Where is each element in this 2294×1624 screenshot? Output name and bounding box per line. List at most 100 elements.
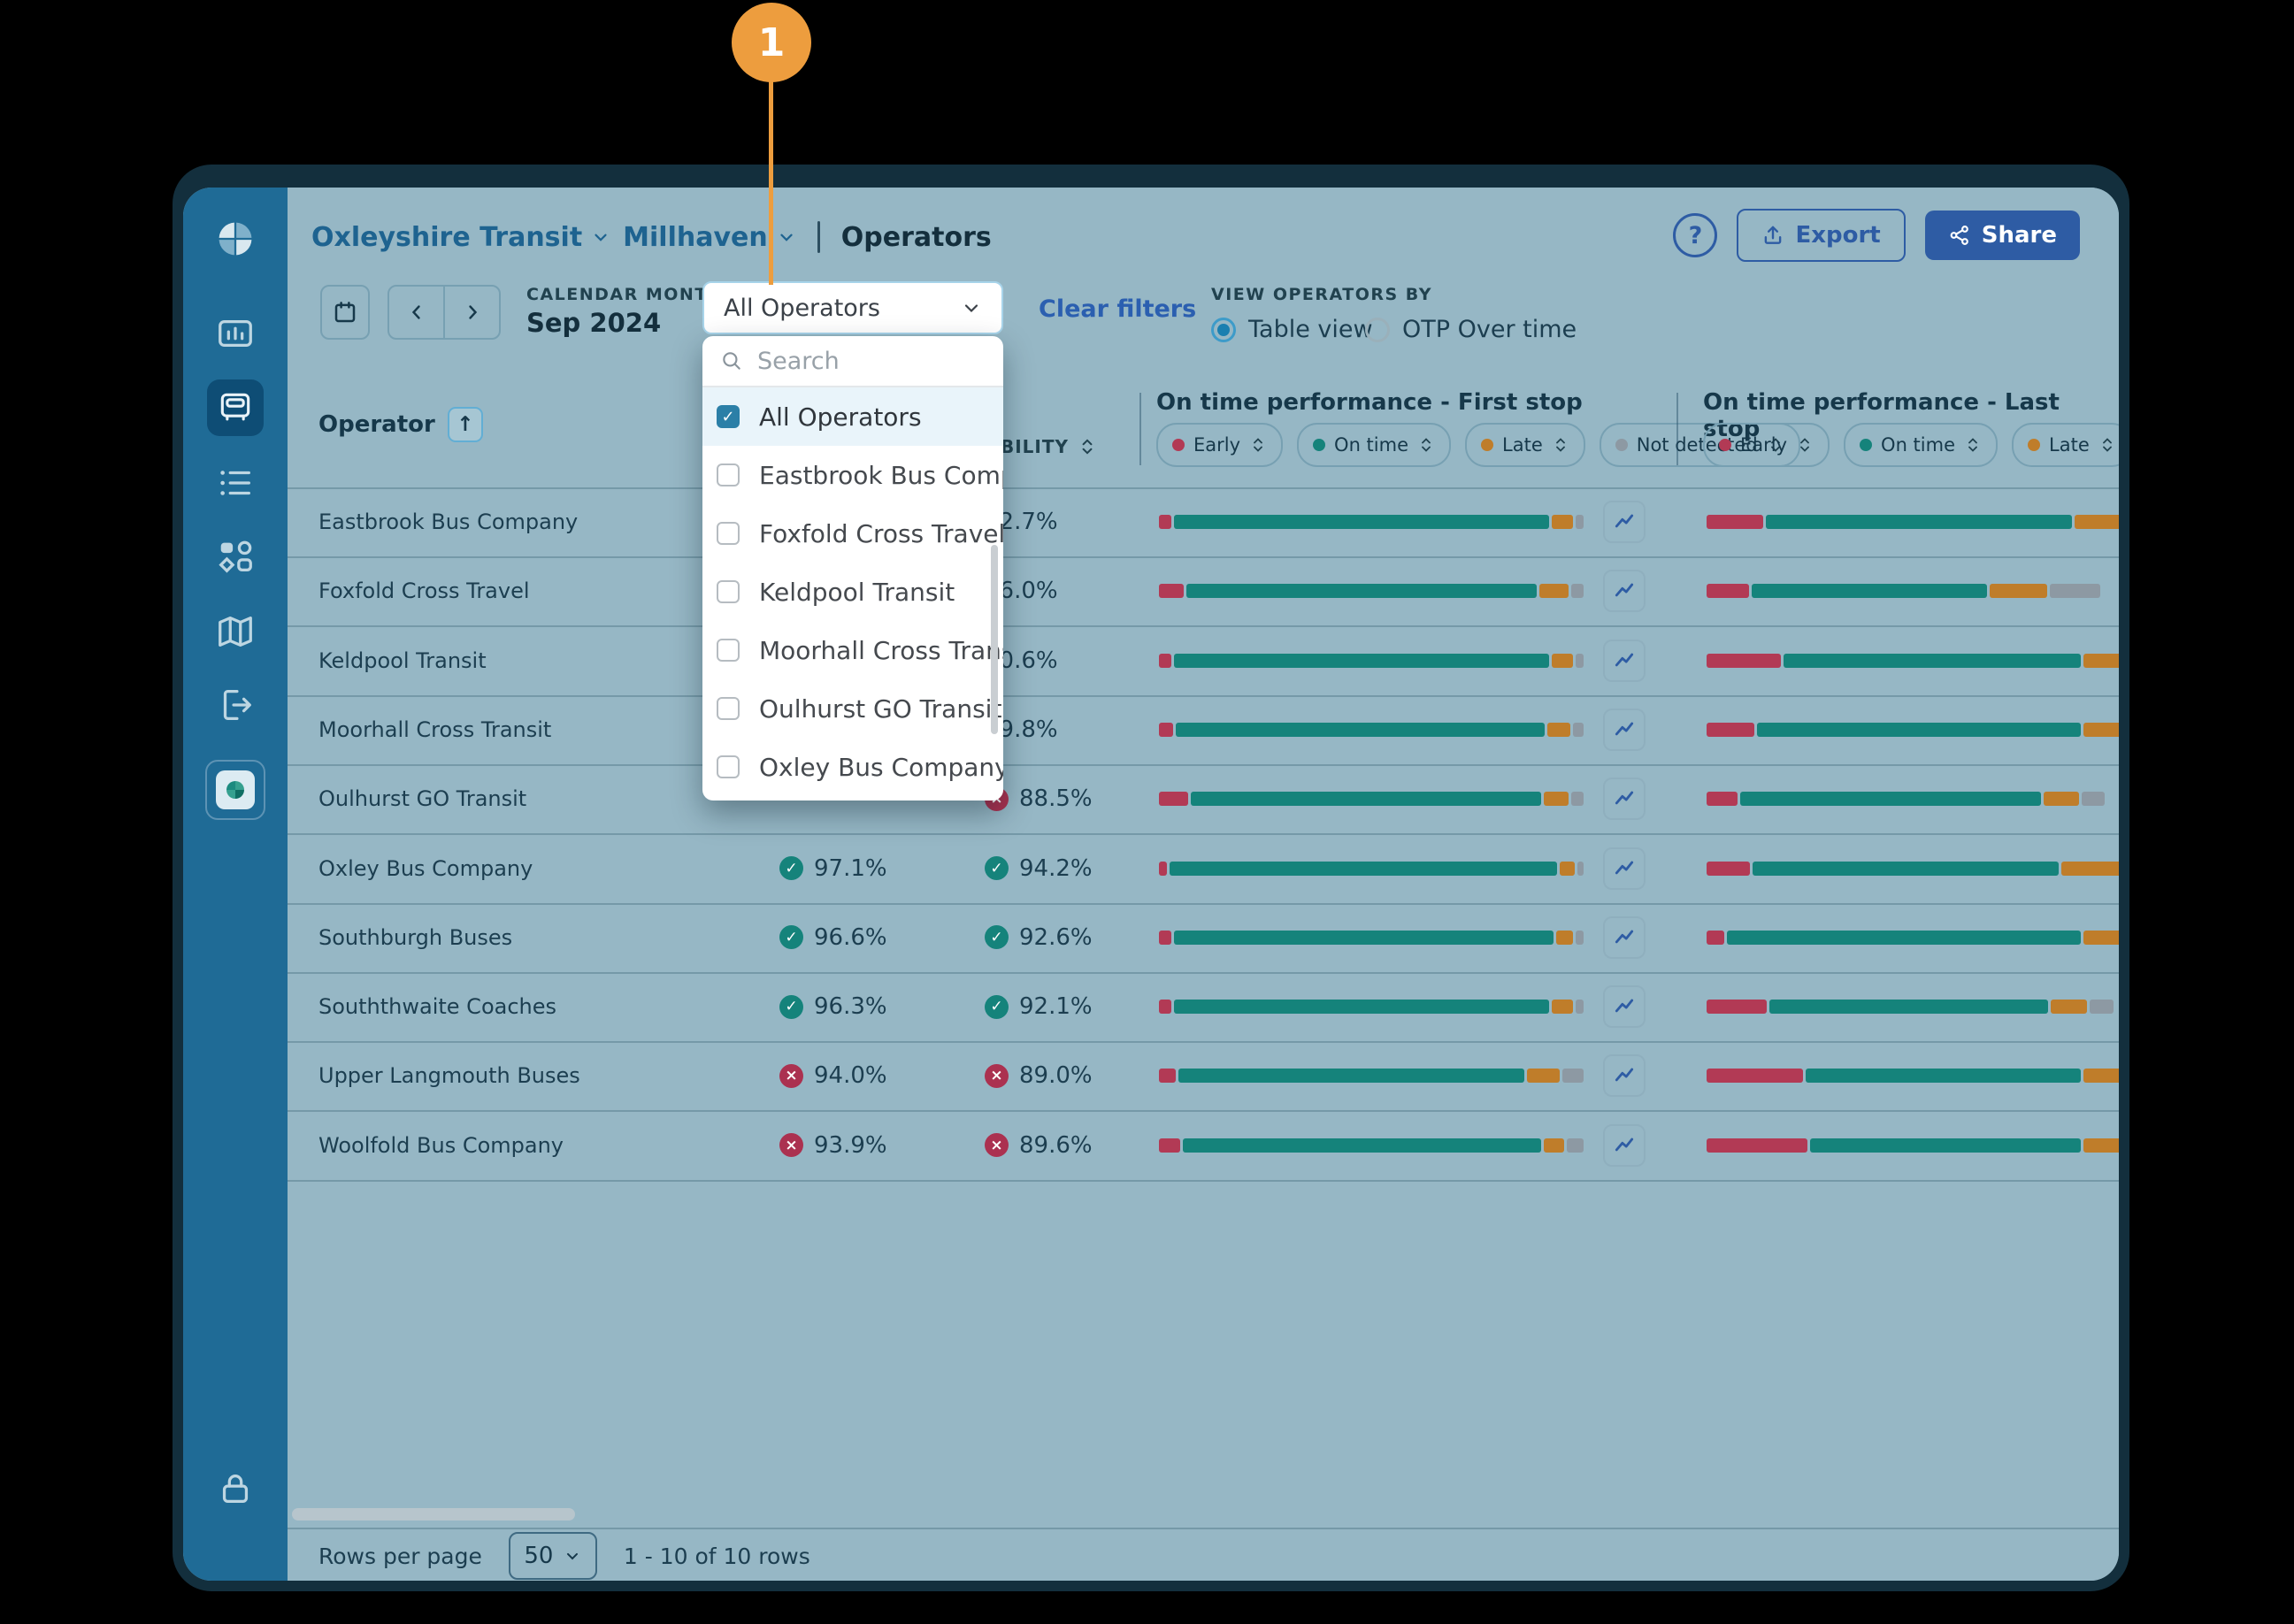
operator-filter-option[interactable]: Keldpool Transit <box>702 563 1003 621</box>
checkbox-unchecked-icon[interactable] <box>717 463 740 486</box>
punctuality-cell: ✓96.6% <box>779 924 887 951</box>
operator-column-header[interactable]: Operator ↑ <box>318 407 483 442</box>
sort-icon <box>1249 436 1267 454</box>
checkbox-unchecked-icon[interactable] <box>717 580 740 603</box>
table-row[interactable]: Oxley Bus Company✓97.1%✓94.2% <box>288 834 2119 905</box>
table-row[interactable]: Southburgh Buses✓96.6%✓92.6% <box>288 903 2119 974</box>
legend-chip-label: Late <box>1502 434 1543 456</box>
view-option-table[interactable]: Table view <box>1211 316 1373 343</box>
table-row[interactable]: Oulhurst GO Transit×88.5% <box>288 764 2119 835</box>
sidebar-item-apps[interactable] <box>215 536 256 577</box>
checkbox-unchecked-icon[interactable] <box>717 755 740 778</box>
bar-segment-not_detected <box>2050 584 2100 598</box>
operator-filter-option[interactable]: Oulhurst GO Transit <box>702 679 1003 738</box>
sidebar-item-logout[interactable] <box>215 685 256 725</box>
table-row[interactable]: Moorhall Cross Transit89.8% <box>288 695 2119 766</box>
share-button[interactable]: Share <box>1925 211 2080 260</box>
view-chart-button[interactable] <box>1603 709 1646 751</box>
sidebar-item-operators[interactable] <box>207 379 264 436</box>
status-success-icon: ✓ <box>985 925 1009 949</box>
bar-segment-on_time <box>1769 1000 2049 1014</box>
bar-segment-late <box>2051 1000 2087 1014</box>
view-chart-button[interactable] <box>1603 985 1646 1028</box>
first-stop-header: On time performance - First stop <box>1156 389 1583 416</box>
menu-scrollbar[interactable] <box>991 545 998 734</box>
rows-per-page-select[interactable]: 50 <box>509 1532 597 1580</box>
view-option-table-label: Table view <box>1248 316 1373 343</box>
checkbox-unchecked-icon[interactable] <box>717 639 740 662</box>
checkbox-checked-icon[interactable]: ✓ <box>717 405 740 428</box>
next-month-button[interactable] <box>445 287 499 338</box>
operator-filter-option[interactable]: Eastbrook Bus Comp… <box>702 446 1003 504</box>
view-chart-button[interactable] <box>1603 916 1646 959</box>
clear-filters-link[interactable]: Clear filters <box>1039 295 1196 323</box>
view-chart-button[interactable] <box>1603 640 1646 682</box>
checkbox-unchecked-icon[interactable] <box>717 697 740 720</box>
status-success-icon: ✓ <box>985 856 1009 880</box>
sidebar-item-analytics[interactable] <box>215 313 256 354</box>
operator-filter-option[interactable]: ✓All Operators <box>702 387 1003 446</box>
prev-month-button[interactable] <box>389 287 445 338</box>
operator-name: Souththwaite Coaches <box>318 994 556 1019</box>
table-row[interactable]: Keldpool Transit90.6% <box>288 626 2119 697</box>
checkbox-unchecked-icon[interactable] <box>717 522 740 545</box>
late-dot-icon <box>2028 439 2040 451</box>
operator-name: Keldpool Transit <box>318 648 487 673</box>
legend-chip-late[interactable]: Late <box>1465 423 1585 467</box>
lock-icon[interactable] <box>215 1468 256 1509</box>
breadcrumb-divider <box>817 221 820 253</box>
search-input[interactable] <box>756 347 971 376</box>
horizontal-scrollbar[interactable] <box>292 1508 575 1521</box>
punctuality-cell: ✓ 97.1% <box>779 855 887 882</box>
operator-filter-option[interactable]: Oxley Bus Company <box>702 738 1003 796</box>
bar-segment-late <box>2061 862 2119 876</box>
sidebar-item-list[interactable] <box>215 463 256 503</box>
table-row[interactable]: Woolfold Bus Company×93.9%×89.6% <box>288 1111 2119 1182</box>
legend-chip-on_time[interactable]: On time <box>1844 423 1998 467</box>
sidebar-item-partner[interactable] <box>205 760 265 820</box>
view-chart-button[interactable] <box>1603 1124 1646 1167</box>
bar-segment-early <box>1707 1000 1767 1014</box>
table-row[interactable]: Souththwaite Coaches✓96.3%✓92.1% <box>288 972 2119 1043</box>
sidebar-item-map[interactable] <box>215 611 256 652</box>
view-chart-button[interactable] <box>1603 847 1646 890</box>
month-nav <box>387 285 501 340</box>
first-stop-bar <box>1159 1000 1584 1014</box>
dropdown-search[interactable] <box>702 336 1003 387</box>
view-chart-button[interactable] <box>1603 570 1646 612</box>
bar-segment-on_time <box>1753 862 2059 876</box>
legend-chip-late[interactable]: Late <box>2012 423 2119 467</box>
bar-segment-on_time <box>1740 792 2041 806</box>
screenshot-canvas: Oxleyshire Transit Millhaven Operators ? <box>0 0 2294 1624</box>
option-label: Oulhurst GO Transit <box>759 694 1001 724</box>
calendar-month-value: Sep 2024 <box>526 308 661 338</box>
bar-segment-not_detected <box>1576 515 1584 529</box>
table-row[interactable]: Eastbrook Bus Company92.7% <box>288 487 2119 558</box>
help-button[interactable]: ? <box>1673 213 1717 257</box>
table-row[interactable]: Foxfold Cross Travel86.0% <box>288 556 2119 627</box>
view-chart-button[interactable] <box>1603 501 1646 543</box>
breadcrumb-org[interactable]: Oxleyshire Transit <box>311 222 610 253</box>
view-chart-button[interactable] <box>1603 1054 1646 1097</box>
legend-chip-early[interactable]: Early <box>1156 423 1283 467</box>
status-success-icon: ✓ <box>779 856 803 880</box>
bar-segment-early <box>1159 1069 1176 1083</box>
operator-filter-option[interactable]: Foxfold Cross Travel <box>702 504 1003 563</box>
bar-segment-on_time <box>1174 654 1549 668</box>
calendar-button[interactable] <box>320 285 370 340</box>
export-button[interactable]: Export <box>1737 209 1905 262</box>
bar-segment-early <box>1707 1138 1807 1153</box>
sort-ascending-icon[interactable]: ↑ <box>448 407 483 442</box>
operator-filter-option[interactable]: Moorhall Cross Transit <box>702 621 1003 679</box>
punctuality-value: 97.1% <box>814 855 887 882</box>
legend-chip-early[interactable]: Early <box>1703 423 1830 467</box>
legend-chip-on_time[interactable]: On time <box>1297 423 1451 467</box>
table-row[interactable]: Upper Langmouth Buses×94.0%×89.0% <box>288 1041 2119 1112</box>
bar-segment-on_time <box>1174 515 1549 529</box>
reliability-value: 92.6% <box>1019 924 1093 951</box>
view-chart-button[interactable] <box>1603 778 1646 820</box>
view-option-otp[interactable]: OTP Over time <box>1365 316 1577 343</box>
operators-dropdown-trigger[interactable]: All Operators <box>702 281 1003 334</box>
operators-dropdown-menu: ✓All OperatorsEastbrook Bus Comp…Foxfold… <box>702 336 1003 801</box>
bar-segment-on_time <box>1784 654 2081 668</box>
